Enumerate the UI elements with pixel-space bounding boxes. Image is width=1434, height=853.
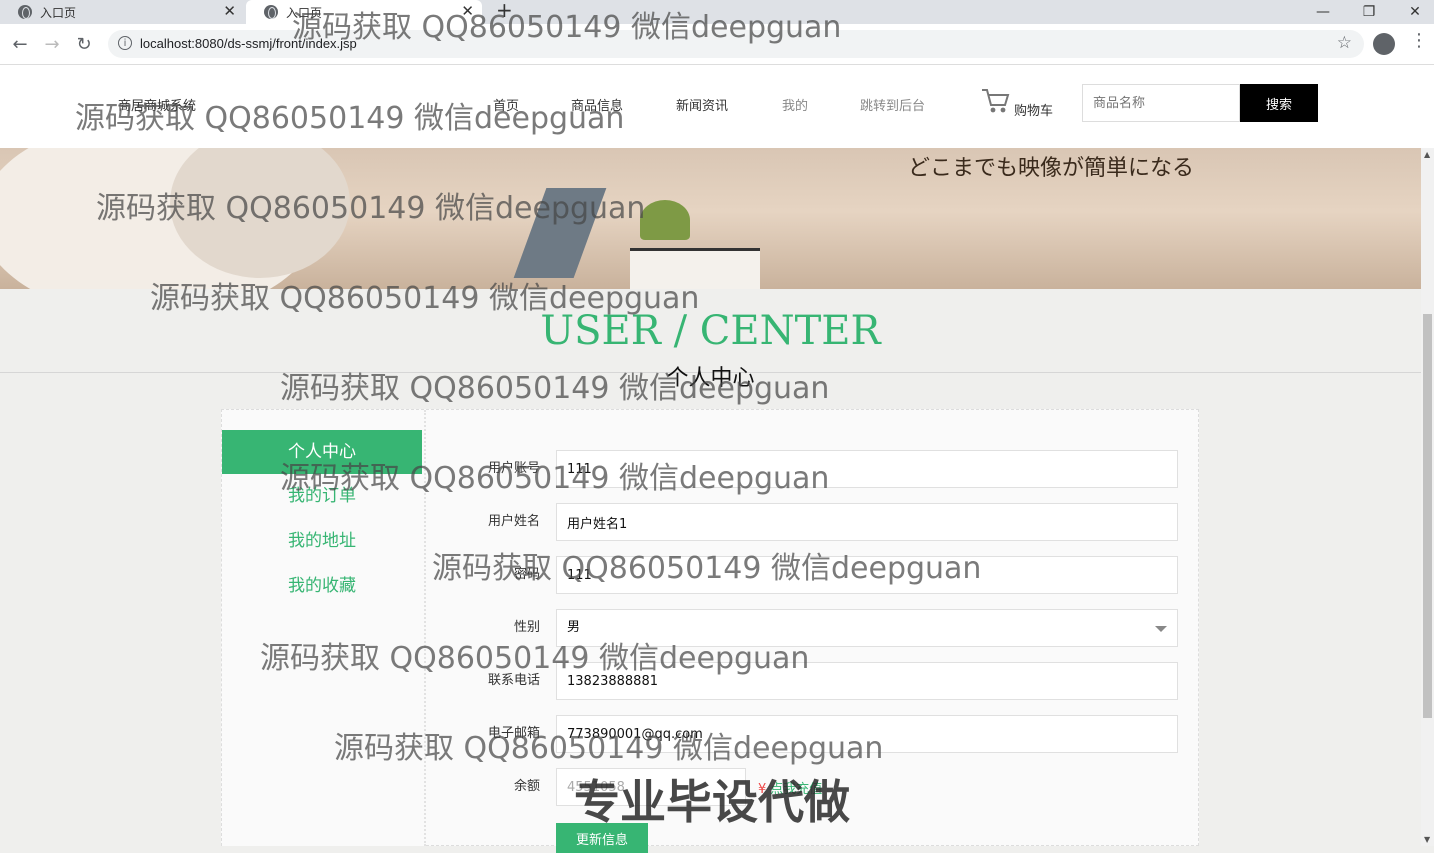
tab-title: 入口页 bbox=[40, 5, 77, 20]
form-row-email: 电子邮箱 bbox=[430, 715, 1180, 753]
globe-icon bbox=[264, 5, 278, 19]
nav-home[interactable]: 首页 bbox=[493, 95, 519, 114]
sidebar-item-orders[interactable]: 我的订单 bbox=[222, 474, 422, 518]
browser-tab-active[interactable]: 入口页 ✕ bbox=[246, 0, 482, 24]
search-button[interactable]: 搜索 bbox=[1240, 84, 1318, 122]
form-row-account: 用户账号 bbox=[430, 450, 1180, 488]
scrollbar-thumb[interactable] bbox=[1423, 314, 1432, 718]
banner-tablet-graphic bbox=[513, 188, 607, 278]
form-row-password: 密码 bbox=[430, 556, 1180, 594]
restore-icon[interactable]: ❐ bbox=[1346, 0, 1392, 24]
address-bar-area: ← → ↻ i localhost:8080/ds-ssmj/front/ind… bbox=[0, 24, 1434, 65]
new-tab-icon[interactable]: + bbox=[496, 0, 513, 22]
name-field[interactable] bbox=[556, 503, 1178, 541]
sidebar-item-user-center[interactable]: 个人中心 bbox=[222, 430, 422, 474]
chevron-down-icon bbox=[1155, 626, 1167, 632]
password-field[interactable] bbox=[556, 556, 1178, 594]
site-brand[interactable]: 商居商城系统 bbox=[118, 95, 196, 114]
field-label: 余额 bbox=[513, 779, 540, 794]
omnibox[interactable]: i localhost:8080/ds-ssmj/front/index.jsp… bbox=[108, 30, 1364, 58]
close-window-icon[interactable]: ✕ bbox=[1392, 0, 1434, 24]
forward-icon[interactable]: → bbox=[40, 32, 64, 56]
banner-plant-graphic bbox=[640, 200, 690, 240]
tab-title: 入口页 bbox=[286, 5, 323, 20]
banner-books-graphic bbox=[630, 248, 760, 289]
nav-admin[interactable]: 跳转到后台 bbox=[860, 95, 925, 114]
sidebar-item-favorites[interactable]: 我的收藏 bbox=[222, 564, 422, 608]
browser-tab[interactable]: 入口页 ✕ bbox=[0, 0, 244, 24]
bookmark-star-icon[interactable]: ☆ bbox=[1337, 33, 1352, 53]
section-title-cn: 个人中心 bbox=[666, 366, 755, 391]
phone-field[interactable] bbox=[556, 662, 1178, 700]
browser-tab-bar: 入口页 ✕ 入口页 ✕ + — ❐ ✕ bbox=[0, 0, 1434, 24]
field-label: 联系电话 bbox=[487, 673, 540, 688]
field-label: 性别 bbox=[513, 620, 540, 635]
banner-slogan: どこまでも映像が簡単になる bbox=[908, 156, 1195, 181]
menu-kebab-icon[interactable]: ⋮ bbox=[1410, 30, 1428, 51]
close-tab-icon[interactable]: ✕ bbox=[223, 2, 236, 20]
site-header: 商居商城系统 首页 商品信息 新闻资讯 我的 跳转到后台 购物车 搜索 bbox=[0, 65, 1434, 148]
field-label: 电子邮箱 bbox=[487, 726, 540, 741]
info-icon[interactable]: i bbox=[118, 36, 132, 50]
form-row-phone: 联系电话 bbox=[430, 662, 1180, 700]
globe-icon bbox=[18, 5, 32, 19]
shopping-cart-icon[interactable] bbox=[980, 87, 1010, 115]
form-row-name: 用户姓名 bbox=[430, 503, 1180, 541]
scroll-down-icon[interactable]: ▼ bbox=[1424, 835, 1430, 844]
back-icon[interactable]: ← bbox=[8, 32, 32, 56]
field-label: 用户账号 bbox=[487, 461, 540, 476]
hero-banner: どこまでも映像が簡単になる bbox=[0, 148, 1421, 289]
form-row-gender: 性别 男 bbox=[430, 609, 1180, 647]
email-field[interactable] bbox=[556, 715, 1178, 753]
gender-select[interactable]: 男 bbox=[556, 609, 1178, 647]
nav-products[interactable]: 商品信息 bbox=[571, 95, 623, 114]
section-title-en: USER / CENTER bbox=[540, 308, 881, 354]
watermark-stamp: 专业毕设代做 bbox=[574, 775, 850, 829]
field-label: 用户姓名 bbox=[487, 514, 540, 529]
user-sidebar: 个人中心 我的订单 我的地址 我的收藏 bbox=[222, 410, 426, 846]
field-label: 密码 bbox=[513, 567, 540, 582]
minimize-icon[interactable]: — bbox=[1300, 0, 1346, 24]
account-field[interactable] bbox=[556, 450, 1178, 488]
close-tab-icon[interactable]: ✕ bbox=[461, 2, 474, 20]
cart-label[interactable]: 购物车 bbox=[1014, 100, 1053, 119]
search-input[interactable] bbox=[1082, 84, 1240, 122]
gender-value: 男 bbox=[567, 620, 581, 635]
sidebar-item-address[interactable]: 我的地址 bbox=[222, 519, 422, 563]
nav-news[interactable]: 新闻资讯 bbox=[676, 95, 728, 114]
nav-mine[interactable]: 我的 bbox=[782, 95, 808, 114]
profile-avatar-icon[interactable] bbox=[1373, 33, 1395, 55]
page-scrollbar[interactable]: ▲ ▼ bbox=[1421, 148, 1434, 846]
url-text[interactable]: localhost:8080/ds-ssmj/front/index.jsp bbox=[140, 36, 357, 51]
scroll-up-icon[interactable]: ▲ bbox=[1424, 150, 1430, 159]
reload-icon[interactable]: ↻ bbox=[72, 32, 96, 56]
